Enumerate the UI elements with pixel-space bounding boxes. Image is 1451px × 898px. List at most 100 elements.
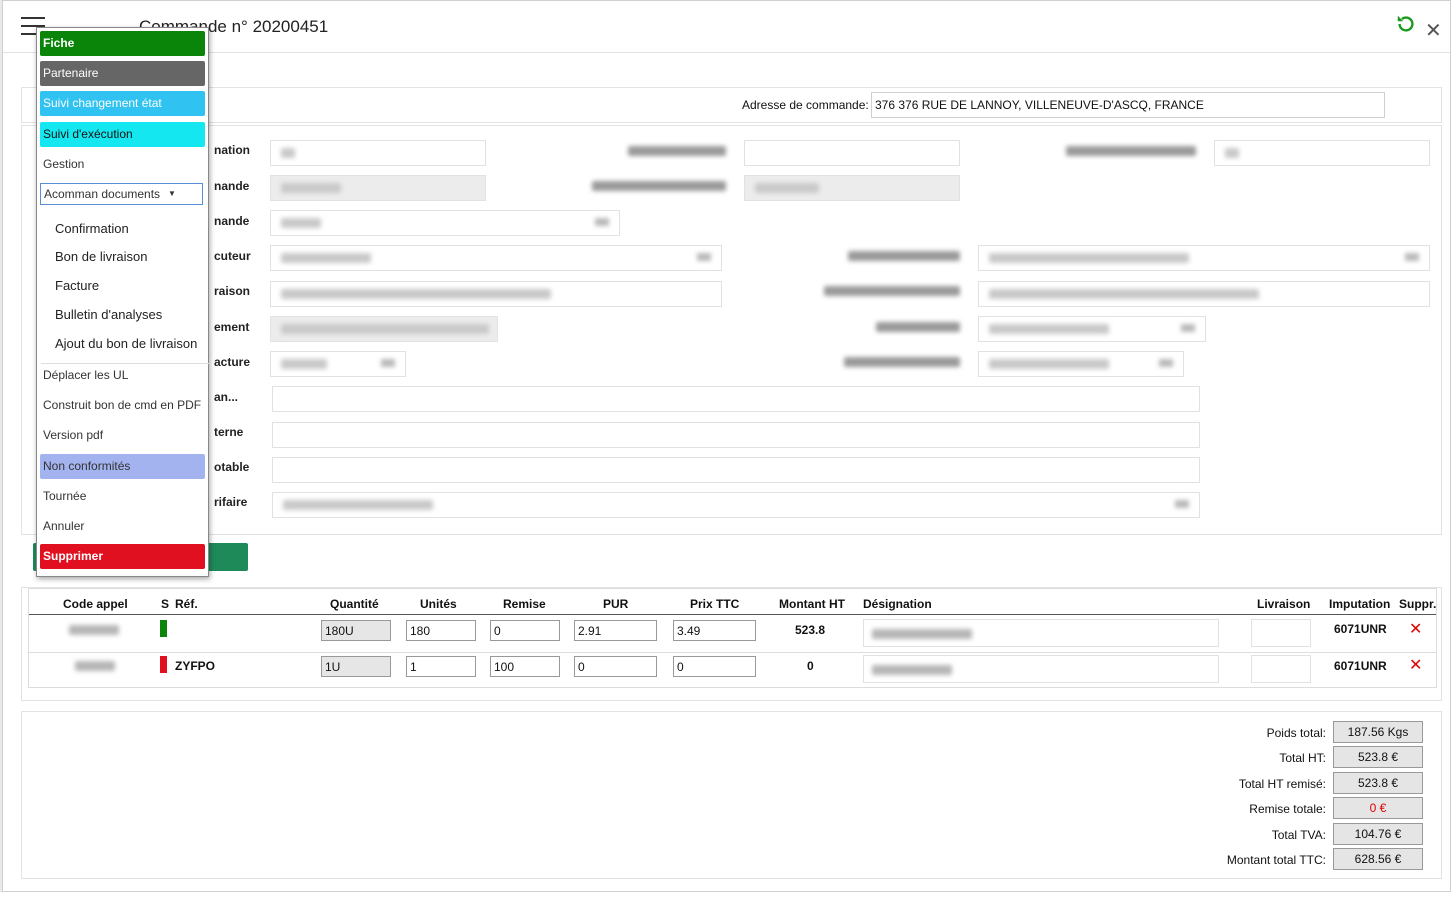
blurred-select[interactable] [272, 492, 1200, 518]
modal-header: Commande n° 20200451 ✕ [3, 1, 1450, 53]
field-label: an... [214, 390, 239, 404]
field-label: raison [214, 284, 251, 298]
menu-item-gestion[interactable]: Gestion [40, 152, 205, 177]
total-ht-value: 523.8 € [1333, 746, 1423, 768]
blurred-select[interactable] [978, 316, 1206, 342]
document-item[interactable]: Ajout du bon de livraison [55, 336, 197, 351]
document-item[interactable]: Confirmation [55, 221, 129, 236]
blurred-field[interactable] [1214, 140, 1430, 166]
actions-menu: Fiche Partenaire Suivi changement état S… [36, 27, 209, 577]
blurred-field[interactable] [270, 140, 486, 166]
blurred-select[interactable] [978, 245, 1430, 271]
menu-item-non-conformites[interactable]: Non conformités [40, 454, 205, 479]
livraison-field[interactable] [1251, 619, 1311, 647]
field-label: terne [214, 425, 244, 439]
livraison-field[interactable] [1251, 655, 1311, 683]
blurred-field[interactable] [744, 140, 960, 166]
total-row: Montant total TTC: 628.56 € [1023, 848, 1423, 870]
blurred-select[interactable] [270, 245, 722, 271]
status-indicator [160, 656, 167, 673]
blurred-label [1066, 146, 1196, 156]
prix-ttc-input[interactable]: 3.49 [673, 620, 756, 641]
status-indicator [160, 620, 167, 637]
col-prix-ttc: Prix TTC [690, 597, 740, 611]
imputation-cell: 6071UNR [1334, 622, 1387, 636]
menu-item-annuler[interactable]: Annuler [40, 514, 205, 539]
address-label: Adresse de commande: [742, 98, 869, 112]
close-icon[interactable]: ✕ [1425, 21, 1442, 41]
menu-item-partenaire[interactable]: Partenaire [40, 61, 205, 86]
remise-input[interactable]: 0 [490, 620, 560, 641]
remise-input[interactable]: 100 [490, 656, 560, 677]
text-field[interactable] [272, 386, 1200, 412]
caret-down-icon: ▼ [168, 189, 176, 198]
col-montant-ht: Montant HT [779, 597, 845, 611]
blurred-select[interactable] [978, 351, 1184, 377]
address-bar: Adresse de commande: 376 376 RUE DE LANN… [21, 87, 1442, 123]
field-label: nande [214, 179, 250, 193]
blurred-label [592, 181, 726, 191]
order-modal: Commande n° 20200451 ✕ Adresse de comman… [2, 0, 1451, 892]
menu-item-supprimer[interactable]: Supprimer [40, 544, 205, 569]
menu-item-suivi-etat[interactable]: Suivi changement état [40, 91, 205, 116]
field-label: rifaire [214, 495, 248, 509]
totals-panel: Poids total: 187.56 Kgs Total HT: 523.8 … [21, 711, 1442, 879]
col-imputation: Imputation [1329, 597, 1391, 611]
blurred-field[interactable] [978, 281, 1430, 307]
delete-icon[interactable]: ✕ [1409, 619, 1422, 639]
delete-icon[interactable]: ✕ [1409, 655, 1422, 675]
address-field[interactable]: 376 376 RUE DE LANNOY, VILLENEUVE-D'ASCQ… [871, 92, 1385, 118]
order-lines: Code appel S Réf. Quantité Unités Remise… [21, 587, 1442, 701]
documents-select[interactable]: Acomman documents ▼ [40, 183, 203, 205]
menu-item-suivi-execution[interactable]: Suivi d'exécution [40, 122, 205, 147]
blurred-field[interactable] [270, 281, 722, 307]
blurred-label [628, 146, 726, 156]
background-strip [0, 892, 1451, 898]
col-unites: Unités [420, 597, 457, 611]
remise-totale-label: Remise totale: [1249, 802, 1326, 816]
text-field[interactable] [272, 457, 1200, 483]
designation-field[interactable] [863, 619, 1219, 647]
total-row: Total HT: 523.8 € [1023, 746, 1423, 768]
montant-ttc-label: Montant total TTC: [1226, 853, 1326, 867]
blurred-select[interactable] [270, 210, 620, 236]
menu-item-version-pdf[interactable]: Version pdf [40, 423, 205, 448]
code-appel-cell [75, 661, 115, 671]
total-tva-label: Total TVA: [1271, 828, 1326, 842]
refresh-icon[interactable] [1395, 13, 1417, 35]
menu-item-deplacer[interactable]: Déplacer les UL [40, 363, 205, 388]
documents-select-label: Acomman documents [44, 187, 161, 201]
document-item[interactable]: Facture [55, 278, 99, 293]
field-label: otable [214, 460, 250, 474]
remise-totale-value: 0 € [1333, 797, 1423, 819]
blurred-label [848, 251, 960, 261]
menu-item-fiche[interactable]: Fiche [40, 31, 205, 56]
montant-ht-cell: 523.8 [795, 623, 826, 637]
total-ht-label: Total HT: [1279, 751, 1326, 765]
blurred-label [824, 286, 960, 296]
unites-input[interactable]: 180 [406, 620, 476, 641]
ref-cell: ZYFPO [175, 659, 216, 673]
total-tva-value: 104.76 € [1333, 823, 1423, 845]
text-field[interactable] [272, 422, 1200, 448]
document-item[interactable]: Bulletin d'analyses [55, 307, 162, 322]
unites-input[interactable]: 1 [406, 656, 476, 677]
pur-input[interactable]: 2.91 [574, 620, 657, 641]
total-row: Remise totale: 0 € [1023, 797, 1423, 819]
document-item[interactable]: Bon de livraison [55, 249, 148, 264]
col-ref: Réf. [175, 597, 198, 611]
menu-item-tournee[interactable]: Tournée [40, 484, 205, 509]
blurred-select[interactable] [270, 351, 406, 377]
lines-table: Code appel S Réf. Quantité Unités Remise… [28, 588, 1437, 688]
total-row: Poids total: 187.56 Kgs [1023, 721, 1423, 743]
col-remise: Remise [503, 597, 546, 611]
poids-label: Poids total: [1266, 726, 1326, 740]
blurred-field [270, 316, 498, 342]
montant-ttc-value: 628.56 € [1333, 848, 1423, 870]
pur-input[interactable]: 0 [574, 656, 657, 677]
prix-ttc-input[interactable]: 0 [673, 656, 756, 677]
blurred-label [844, 357, 960, 367]
code-appel-cell [69, 625, 119, 635]
designation-field[interactable] [863, 655, 1219, 683]
menu-item-construit-pdf[interactable]: Construit bon de cmd en PDF [40, 393, 205, 418]
